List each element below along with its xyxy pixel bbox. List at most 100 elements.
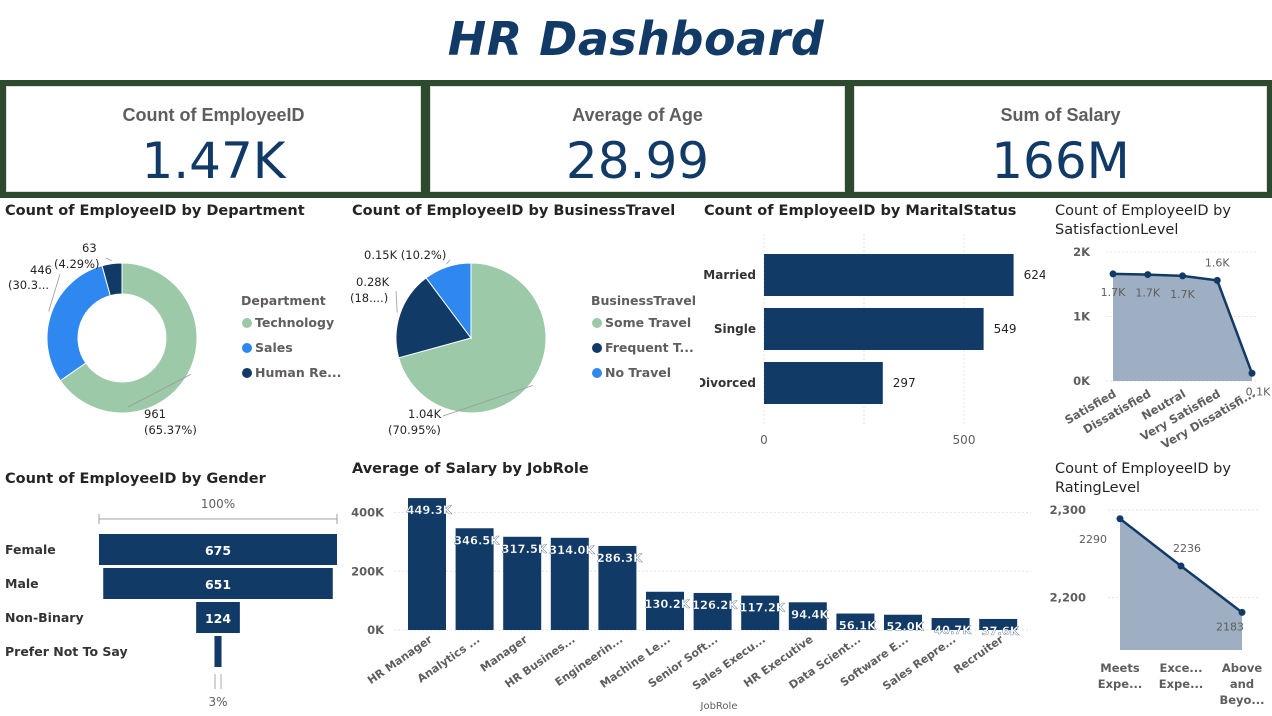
legend-marker [592,343,602,353]
data-label: 549 [994,322,1017,336]
y-tick-label: 400K [351,506,385,520]
data-label: 1.6K [1205,256,1230,269]
data-label-percent: (18....) [350,291,388,305]
legend-item: Some Travel [605,315,691,330]
category-label: Divorced [700,376,756,390]
legend-marker [242,368,252,378]
marital-chart-title: Count of EmployeeID by MaritalStatus [704,203,1017,219]
department-chart-title: Count of EmployeeID by Department [5,203,305,219]
data-label: 449.3K [406,503,452,517]
kpi-value: 166M [991,132,1130,190]
data-label: 2236 [1173,542,1201,555]
data-point [1177,562,1185,570]
x-tick-label: Expe... [1159,677,1203,691]
y-tick-label: 2,300 [1050,503,1086,517]
data-label: 0.15K (10.2%) [364,248,446,262]
category-label: Female [5,542,56,557]
rating-chart-title: Count of EmployeeID by RatingLevel [1055,461,1231,496]
data-label: 675 [205,543,231,558]
data-label: 1.7K [1135,287,1160,300]
data-point [1248,369,1256,377]
funnel-top-percent: 100% [201,497,235,511]
data-label: 446 [30,263,52,277]
funnel-bar [214,636,222,667]
kpi-card-sum-salary[interactable]: Sum of Salary 166M [854,86,1267,192]
data-label: 2290 [1079,533,1107,546]
kpi-label: Sum of Salary [1000,105,1121,125]
data-point [1144,271,1152,279]
bar [408,498,446,630]
data-label: 1.7K [1101,286,1126,299]
x-tick-label: 500 [953,433,976,447]
gender-funnel-chart[interactable]: 100% Female 675 Male 651 Non-Binary 124 Prefer … [0,492,345,712]
leader-line [395,290,398,313]
data-label: 297 [893,376,916,390]
data-point [1238,608,1246,616]
kpi-card-average-age[interactable]: Average of Age 28.99 [430,86,845,192]
x-axis-title: JobRole [700,701,738,712]
jobrole-bar-chart[interactable]: 400K200K0K449.3KHR Manager346.5KAnalytic… [346,488,1046,714]
x-tick-label: Expe... [1098,677,1142,691]
data-point [1109,270,1117,278]
kpi-card-employee-count[interactable]: Count of EmployeeID 1.47K [6,86,421,192]
data-label-percent: (4.29%) [54,257,100,271]
jobrole-chart-title: Average of Salary by JobRole [352,461,589,477]
data-label: 117.2K [740,601,786,615]
data-label-percent: (65.37%) [144,423,197,437]
funnel-bottom-percent: 3% [208,695,227,709]
category-label: Non-Binary [5,610,84,625]
data-label: 130.2K [644,597,690,611]
y-tick-label: 200K [351,564,385,578]
data-label: 651 [205,577,231,592]
legend-item: Human Re... [255,365,341,380]
x-tick-label: 0 [760,433,768,447]
data-label: 314.0K [549,543,595,557]
data-label: 94.4K [791,607,829,621]
business-travel-pie-chart[interactable]: 1.04K (70.95%) 0.28K (18....) 0.15K (10.2%) B… [346,226,698,446]
x-tick-label: Above [1222,661,1263,675]
kpi-value: 28.99 [565,132,710,190]
department-donut-chart[interactable]: 961 (65.37%) 446(30.3... 63 (4.29%) Departmen… [0,226,345,446]
data-label: 124 [205,611,231,626]
category-label: Male [5,576,39,591]
data-label: 317.5K [502,542,548,556]
x-tick-label: Recruiter [951,632,1006,676]
data-label: 52.0K [886,620,924,634]
data-label: 286.3K [597,551,643,565]
bar [764,362,883,404]
x-tick-label: Meets [1100,661,1140,675]
data-label: 40.7K [934,623,972,637]
satisfaction-area-chart[interactable]: 2K1K0K1.7K 1.7K 1.7K1.6K0.1KSatisfiedDissa… [1048,244,1272,456]
kpi-strip: Count of EmployeeID 1.47K Average of Age… [0,80,1272,198]
data-label: 37.6K [982,624,1020,638]
x-tick-label: Exce... [1160,661,1203,675]
y-tick-label: 0K [1073,374,1091,388]
kpi-value: 1.47K [141,132,286,190]
data-label-percent: (70.95%) [388,423,441,437]
data-label: 2183 [1216,620,1244,633]
data-label: 1.04K [408,407,442,421]
legend-title: Department [241,293,326,308]
pie-slice [46,265,111,382]
category-label: Married [703,268,756,282]
data-label: 961 [144,407,166,421]
legend-marker [242,343,252,353]
data-point [1116,515,1124,523]
rating-area-chart[interactable]: 2,300 2,200 2290 2236 2183 Meets Expe... Exce..… [1048,500,1272,714]
data-label-percent: (30.3... [8,278,49,292]
dashboard-title: HR Dashboard [447,12,825,66]
kpi-label: Count of EmployeeID [122,105,305,125]
x-tick-label: Beyo... [1219,693,1264,707]
data-label: 126.2K [692,598,738,612]
satisfaction-chart-title: Count of EmployeeID by SatisfactionLevel [1055,203,1231,238]
data-label: 346.5K [454,533,500,547]
data-point [1179,272,1186,280]
legend-item: Technology [255,315,334,330]
y-tick-label: 0K [367,623,385,637]
data-label: 56.1K [839,619,877,633]
leader-line [446,259,451,265]
legend-marker [592,368,602,378]
business-travel-chart-title: Count of EmployeeID by BusinessTravel [352,203,676,219]
y-tick-label: 2K [1073,245,1091,259]
marital-bar-chart[interactable]: Married 624 Single 549 Divorced 297 0 500 [700,226,1045,450]
